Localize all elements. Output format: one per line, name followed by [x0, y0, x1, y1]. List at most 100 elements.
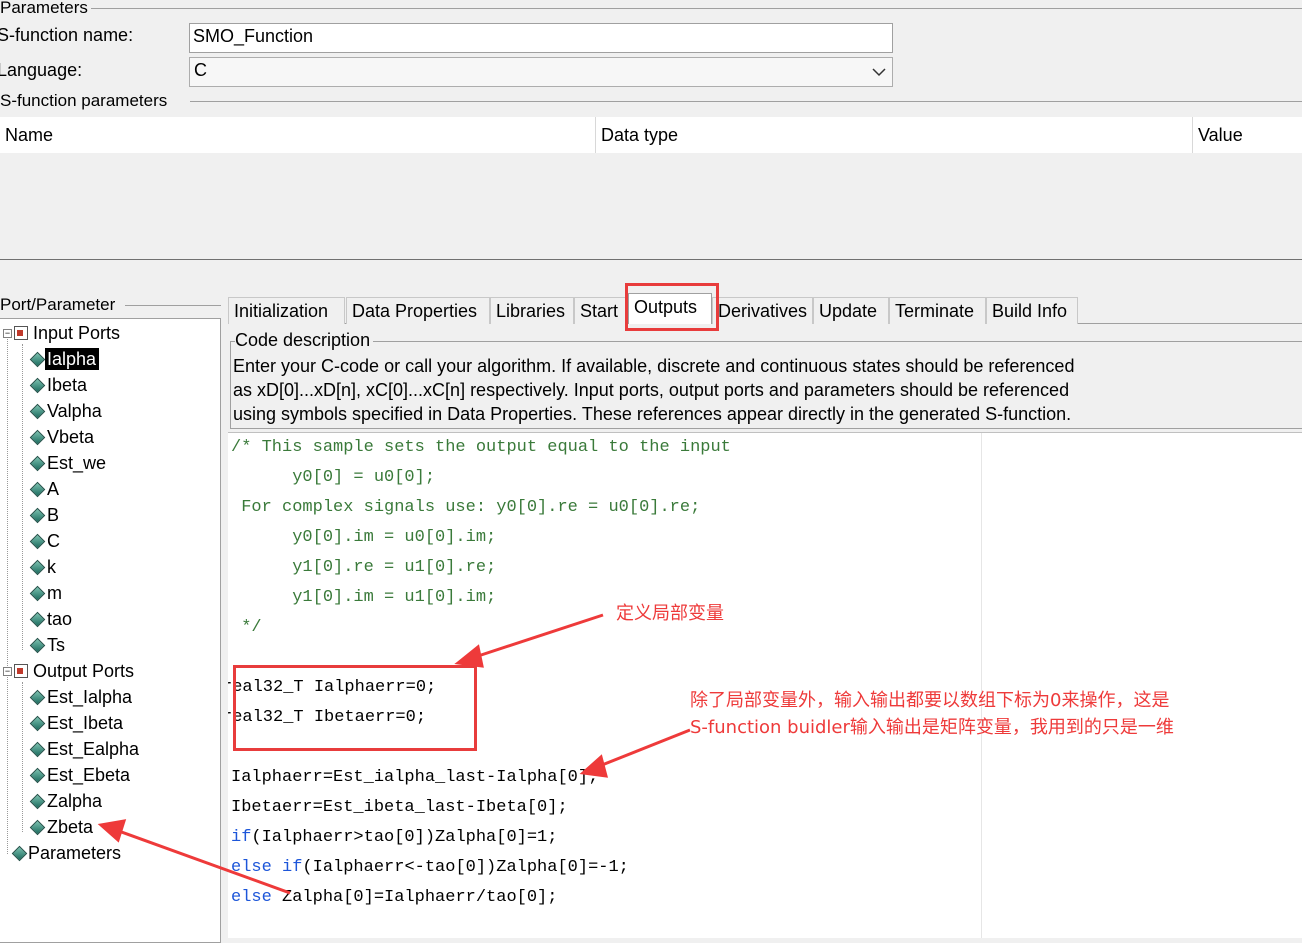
code-keyword: if	[231, 828, 252, 847]
port-icon	[29, 507, 46, 524]
port-icon	[29, 455, 46, 472]
sfunction-name-label: S-function name:	[0, 25, 134, 45]
code-description-line-3: using symbols specified in Data Properti…	[233, 404, 1072, 424]
code-comment-line: y0[0].im = u0[0].im;	[231, 528, 497, 547]
code-keyword: else	[231, 888, 272, 907]
tree-item-est-ealpha[interactable]: Est_Ealpha	[47, 738, 139, 760]
port-icon	[29, 403, 46, 420]
language-select[interactable]: C	[189, 57, 893, 87]
tree-parameters[interactable]: Parameters	[28, 842, 121, 864]
sfunction-params-title: S-function parameters	[0, 91, 171, 111]
code-text: (Ialphaerr>tao[0])Zalpha[0]=1;	[251, 828, 558, 847]
code-keyword: else	[231, 858, 272, 877]
port-icon	[29, 611, 46, 628]
tree-item-est-we[interactable]: Est_we	[47, 452, 106, 474]
code-description-title: Code description	[235, 330, 374, 351]
tab-start[interactable]: Start	[574, 297, 627, 324]
tree-item-valpha[interactable]: Valpha	[47, 400, 102, 422]
code-description-line-2: as xD[0]...xD[n], xC[0]...xC[n] respecti…	[233, 380, 1070, 400]
tree-output-ports[interactable]: Output Ports	[33, 660, 134, 682]
tree-input-ports[interactable]: Input Ports	[33, 322, 120, 344]
annotation-note-line-1: 除了局部变量外，输入输出都要以数组下标为0来操作，这是	[690, 690, 1170, 711]
port-icon	[29, 715, 46, 732]
code-text: Zalpha[0]=Ialphaerr/tao[0];	[282, 888, 558, 907]
annotation-local-vars: 定义局部变量	[616, 603, 724, 624]
table-bottom-line	[0, 259, 1302, 260]
port-parameter-title: Port/Parameter	[0, 295, 119, 315]
column-header-value[interactable]: Value	[1193, 117, 1302, 153]
parameters-group-title: Parameters	[0, 0, 91, 18]
tab-libraries[interactable]: Libraries	[490, 297, 574, 324]
port-icon	[29, 637, 46, 654]
port-icon	[29, 559, 46, 576]
column-header-name[interactable]: Name	[0, 117, 596, 153]
input-ports-icon	[14, 326, 28, 340]
sfunction-params-table: Name Data type Value	[0, 117, 1302, 153]
output-ports-icon	[14, 664, 28, 678]
port-parameter-tree[interactable]: − Input Ports Ialpha Ibeta Valpha Vbeta …	[0, 318, 221, 943]
tree-item-zbeta[interactable]: Zbeta	[47, 816, 93, 838]
expander-input-ports[interactable]: −	[3, 329, 12, 338]
tree-item-tao[interactable]: tao	[47, 608, 72, 630]
local-vars-highlight	[233, 665, 477, 751]
code-comment-line: y1[0].im = u1[0].im;	[231, 588, 497, 607]
port-icon	[29, 793, 46, 810]
parameters-group-line	[90, 8, 1302, 9]
outputs-tab-highlight	[625, 283, 719, 331]
tree-guide	[7, 339, 8, 854]
tree-item-ts[interactable]: Ts	[47, 634, 65, 656]
tree-guide	[22, 682, 23, 832]
port-icon	[29, 429, 46, 446]
port-icon	[29, 767, 46, 784]
sfunction-name-field[interactable]: SMO_Function	[189, 23, 893, 53]
tab-initialization[interactable]: Initialization	[228, 297, 345, 324]
annotation-note-line-2: S-function buidler输入输出是矩阵变量，我用到的只是一维	[690, 717, 1174, 738]
sfunction-name-value: SMO_Function	[193, 26, 314, 46]
parameters-icon	[11, 845, 28, 862]
code-line: if(Ialphaerr>tao[0])Zalpha[0]=1;	[231, 828, 557, 847]
tree-item-c[interactable]: C	[47, 530, 60, 552]
port-icon	[29, 377, 46, 394]
tree-item-est-ebeta[interactable]: Est_Ebeta	[47, 764, 130, 786]
code-keyword: if	[282, 858, 303, 877]
tree-item-b[interactable]: B	[47, 504, 59, 526]
code-comment-line: y0[0] = u0[0];	[231, 468, 436, 487]
expander-output-ports[interactable]: −	[3, 667, 12, 676]
port-icon	[29, 481, 46, 498]
tree-item-zalpha[interactable]: Zalpha	[47, 790, 102, 812]
tab-terminate[interactable]: Terminate	[889, 297, 986, 324]
tree-item-m[interactable]: m	[47, 582, 62, 604]
code-line: else Zalpha[0]=Ialphaerr/tao[0];	[231, 888, 557, 907]
tree-item-est-ialpha[interactable]: Est_Ialpha	[47, 686, 132, 708]
port-icon	[29, 819, 46, 836]
port-icon	[29, 533, 46, 550]
column-header-datatype[interactable]: Data type	[596, 117, 1193, 153]
language-label: Language:	[0, 60, 83, 80]
code-line: Ibetaerr=Est_ibeta_last-Ibeta[0];	[231, 798, 568, 817]
tree-item-k[interactable]: k	[47, 556, 56, 578]
port-icon	[29, 585, 46, 602]
code-line: Ialphaerr=Est_ialpha_last-Ialpha[0];	[231, 768, 599, 787]
port-icon	[29, 351, 46, 368]
code-comment-line: y1[0].re = u1[0].re;	[231, 558, 497, 577]
code-comment-line: */	[231, 618, 262, 637]
code-line: else if(Ialphaerr<-tao[0])Zalpha[0]=-1;	[231, 858, 629, 877]
tree-item-est-ibeta[interactable]: Est_Ibeta	[47, 712, 123, 734]
code-description-line-1: Enter your C-code or call your algorithm…	[233, 356, 1075, 376]
language-value: C	[194, 60, 207, 80]
code-text: (Ialphaerr<-tao[0])Zalpha[0]=-1;	[302, 858, 629, 877]
port-icon	[29, 741, 46, 758]
code-comment-line: For complex signals use: y0[0].re = u0[0…	[231, 498, 701, 517]
tab-update[interactable]: Update	[813, 297, 889, 324]
port-icon	[29, 689, 46, 706]
tree-guide	[22, 344, 23, 650]
tab-data-properties[interactable]: Data Properties	[346, 297, 490, 324]
tree-item-a[interactable]: A	[47, 478, 59, 500]
tree-item-ialpha[interactable]: Ialpha	[45, 348, 100, 370]
tree-item-vbeta[interactable]: Vbeta	[47, 426, 94, 448]
tree-item-ibeta[interactable]: Ibeta	[47, 374, 87, 396]
tab-build-info[interactable]: Build Info	[986, 297, 1078, 324]
tab-derivatives[interactable]: Derivatives	[712, 297, 813, 324]
port-parameter-line	[125, 305, 221, 306]
sfunction-params-line	[190, 101, 1302, 102]
